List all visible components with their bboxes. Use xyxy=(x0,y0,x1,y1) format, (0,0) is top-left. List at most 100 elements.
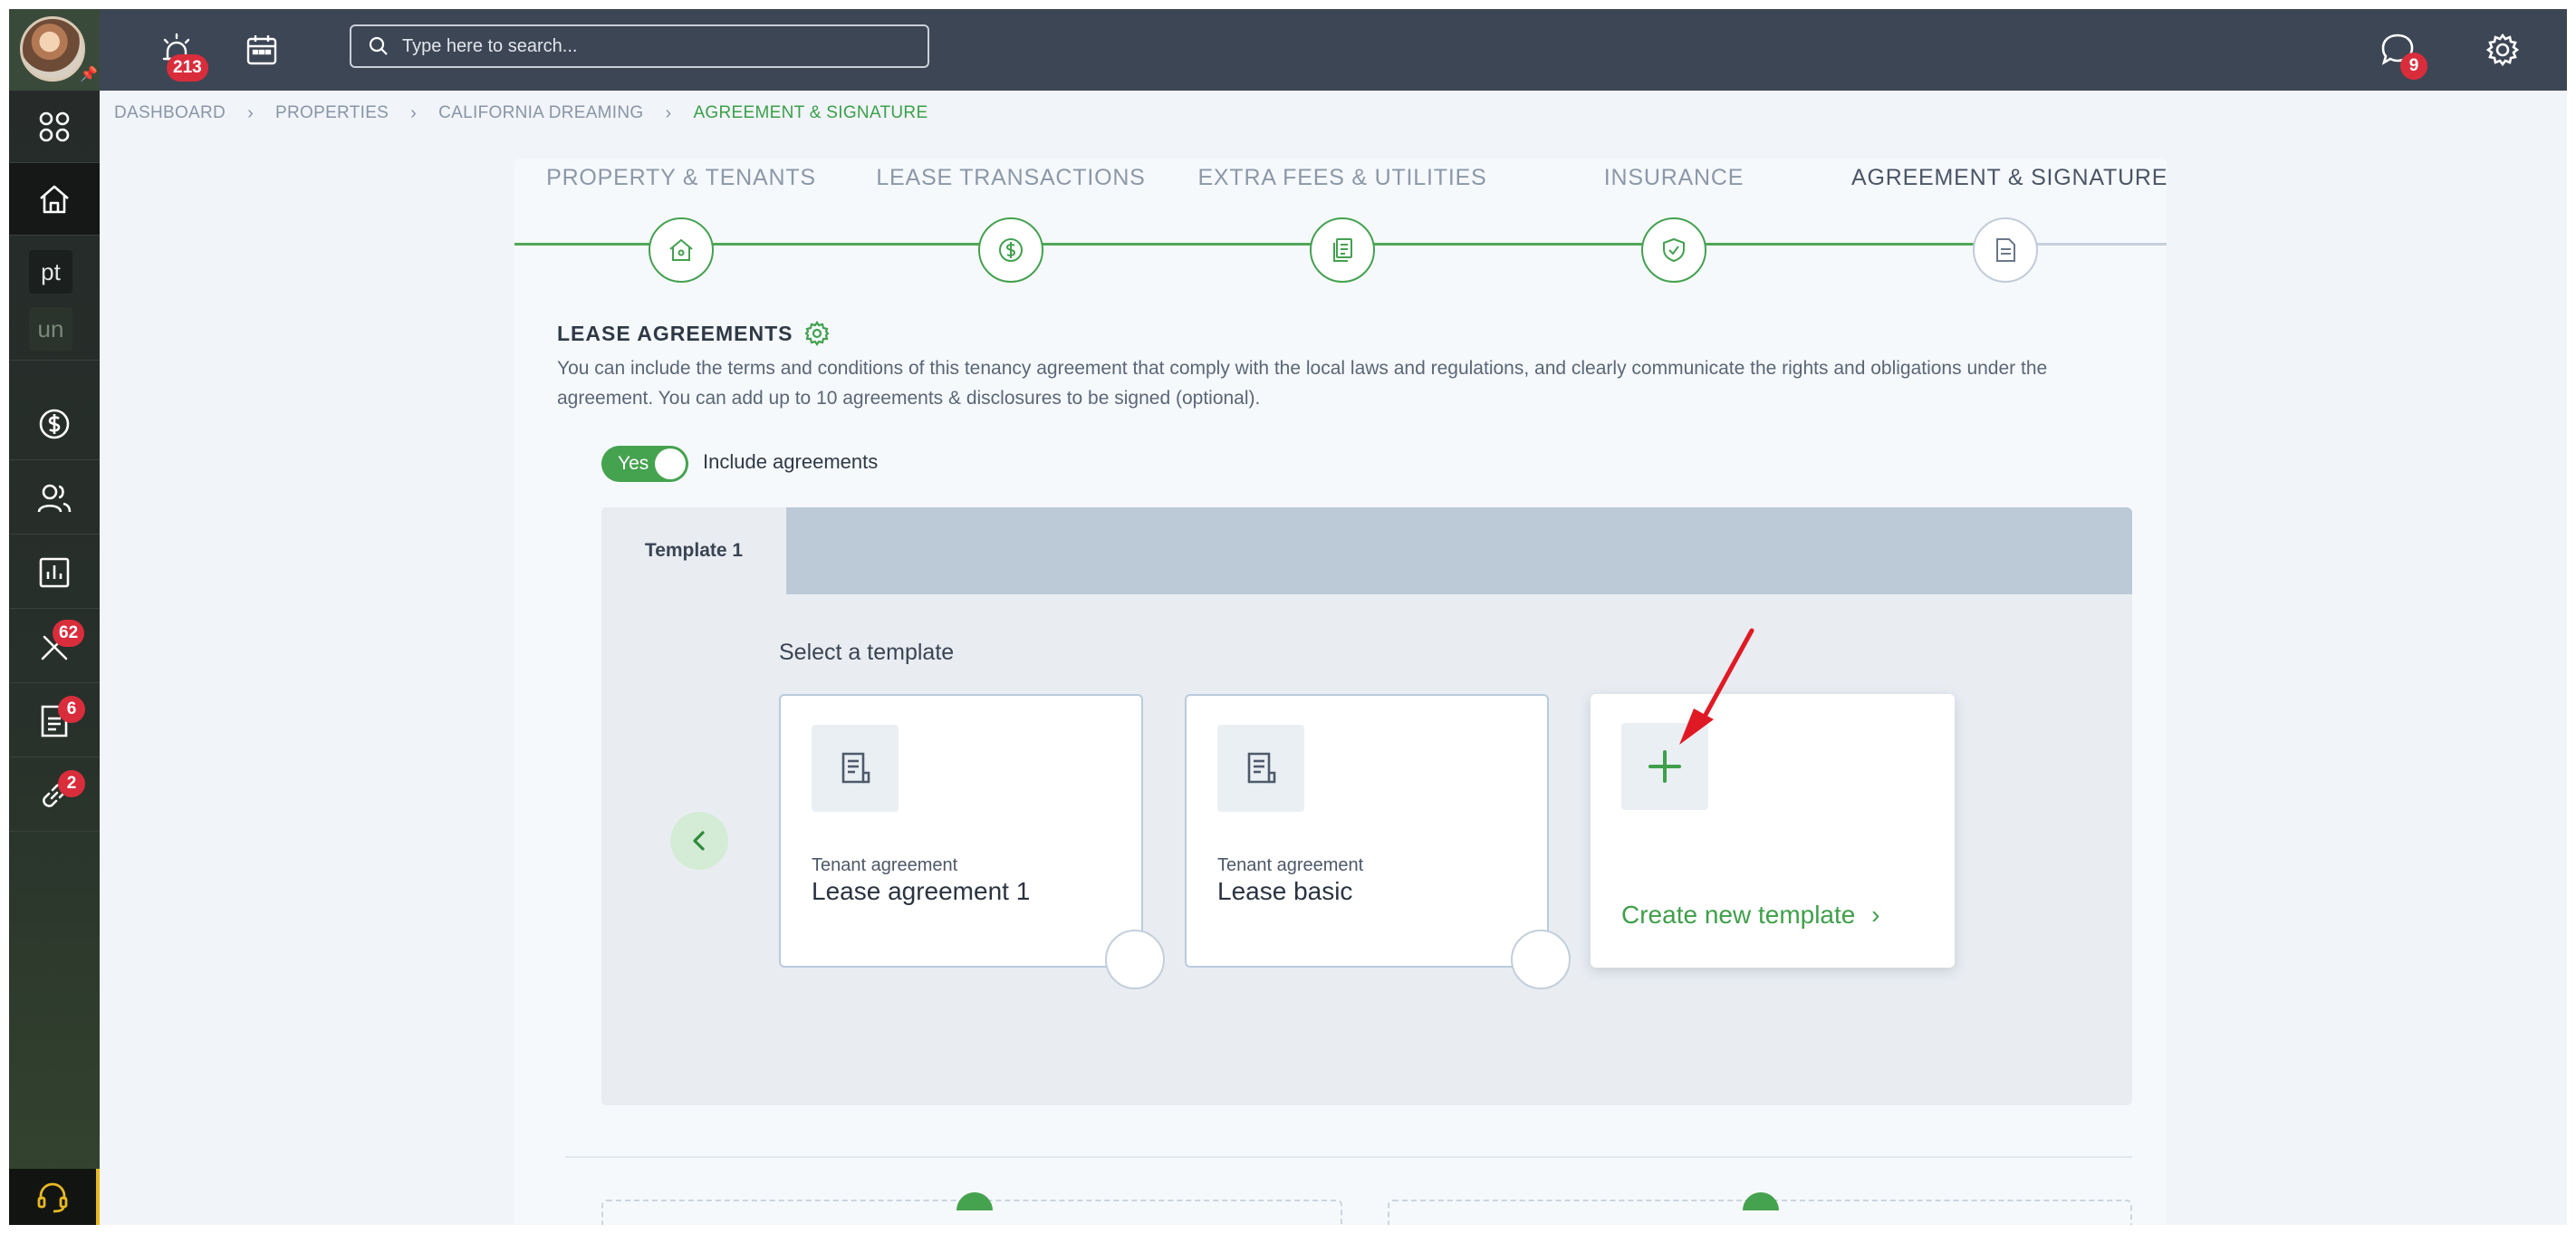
avatar-area[interactable]: 📌 xyxy=(9,9,100,91)
bills-icon xyxy=(1333,238,1352,262)
gear-icon xyxy=(2485,33,2520,67)
chevron-left-icon xyxy=(693,831,705,851)
maintenance-badge: 62 xyxy=(53,620,85,647)
step-label: INSURANCE xyxy=(1603,165,1745,190)
search-input[interactable]: Type here to search... xyxy=(402,36,577,57)
create-template-label: Create new template xyxy=(1621,901,1856,929)
breadcrumb: DASHBOARD › PROPERTIES › CALIFORNIA DREA… xyxy=(114,100,928,127)
lease-agreements-title: LEASE AGREEMENTS xyxy=(557,321,830,346)
chevron-right-icon: › xyxy=(1871,901,1880,929)
previous-button[interactable] xyxy=(670,812,728,870)
include-agreements-label: Include agreements xyxy=(703,450,879,473)
step-circle[interactable] xyxy=(1310,217,1375,283)
chart-icon xyxy=(39,557,70,587)
home-icon xyxy=(40,185,69,213)
sidebar: pt un 62 6 2 xyxy=(9,91,100,1225)
plus-icon xyxy=(1648,750,1681,783)
sidebar-item-un[interactable]: un xyxy=(9,297,100,361)
create-new-template-card[interactable]: Create new template › xyxy=(1591,694,1955,968)
chevron-right-icon: › xyxy=(410,102,418,123)
step-label: PROPERTY & TENANTS xyxy=(546,165,816,190)
include-agreements-toggle[interactable]: Yes xyxy=(601,446,688,482)
step-label: LEASE TRANSACTIONS xyxy=(876,165,1146,190)
settings-button[interactable] xyxy=(2482,29,2523,71)
template-name: Lease basic xyxy=(1217,877,1353,905)
top-bar: 📌 213 Type here to search... 9 xyxy=(9,9,2567,91)
step-extra-fees[interactable]: EXTRA FEES & UTILITIES xyxy=(1188,165,1496,283)
shield-icon xyxy=(1663,237,1685,263)
sidebar-pt-label: pt xyxy=(29,250,72,294)
template-select-radio[interactable] xyxy=(1511,930,1571,989)
sidebar-item-pt[interactable]: pt xyxy=(9,240,100,304)
template-card-lease-agreement-1[interactable]: Tenant agreement Lease agreement 1 xyxy=(779,694,1165,989)
support-button[interactable] xyxy=(9,1169,100,1225)
messages-badge: 9 xyxy=(2400,53,2427,80)
placeholder-box-left xyxy=(601,1192,1342,1225)
document-icon xyxy=(1996,238,2015,262)
chevron-right-icon: › xyxy=(247,102,255,123)
annotation-arrow-icon xyxy=(1679,628,1754,745)
sidebar-item-dashboard[interactable] xyxy=(9,91,100,163)
template-icon-box xyxy=(812,725,899,812)
template-card-lease-basic[interactable]: Tenant agreement Lease basic xyxy=(1185,694,1571,989)
app-window: 📌 213 Type here to search... 9 pt un 62 … xyxy=(9,9,2567,1225)
document-icon xyxy=(1247,752,1276,784)
step-label: EXTRA FEES & UTILITIES xyxy=(1197,165,1487,190)
calendar-icon xyxy=(246,35,277,65)
breadcrumb-property[interactable]: CALIFORNIA DREAMING xyxy=(438,103,643,123)
breadcrumb-properties[interactable]: PROPERTIES xyxy=(275,103,389,123)
sidebar-item-properties[interactable] xyxy=(9,163,100,236)
step-circle[interactable] xyxy=(1641,217,1706,283)
users-icon xyxy=(37,484,72,512)
sidebar-item-documents[interactable]: 6 xyxy=(9,685,100,757)
templates-panel: Template 1 Select a template Tenant agre… xyxy=(601,507,2132,1105)
sidebar-item-maintenance[interactable]: 62 xyxy=(9,611,100,683)
notifications-badge: 213 xyxy=(167,54,208,82)
sidebar-item-people[interactable] xyxy=(9,462,100,535)
links-badge: 2 xyxy=(58,770,85,797)
template-icon-box xyxy=(1217,725,1304,812)
gear-icon[interactable] xyxy=(803,321,830,346)
dollar-icon xyxy=(999,238,1023,262)
template-type: Tenant agreement xyxy=(1217,855,1364,875)
tab-template-1[interactable]: Template 1 xyxy=(601,507,786,594)
stepper-line-remaining xyxy=(2020,243,2167,246)
step-circle[interactable] xyxy=(1973,217,2038,283)
lease-description: You can include the terms and conditions… xyxy=(557,358,2048,409)
search-box[interactable]: Type here to search... xyxy=(350,24,929,68)
headset-icon xyxy=(37,1182,68,1213)
step-label: AGREEMENT & SIGNATURE xyxy=(1851,165,2168,190)
step-agreement-signature[interactable]: AGREEMENT & SIGNATURE xyxy=(1851,165,2168,283)
step-insurance[interactable]: INSURANCE xyxy=(1520,165,1828,283)
sidebar-item-links[interactable]: 2 xyxy=(9,759,100,832)
step-circle[interactable] xyxy=(649,217,714,283)
sidebar-item-payments[interactable] xyxy=(9,388,100,460)
placeholder-box-right xyxy=(1388,1192,2132,1225)
calendar-button[interactable] xyxy=(241,29,283,71)
template-name: Lease agreement 1 xyxy=(812,877,1031,905)
breadcrumb-dashboard[interactable]: DASHBOARD xyxy=(114,103,226,123)
template-type: Tenant agreement xyxy=(812,855,958,875)
section-title-text: LEASE AGREEMENTS xyxy=(557,321,793,345)
section-divider xyxy=(565,1156,2132,1158)
toggle-knob xyxy=(655,448,686,479)
sidebar-item-reports[interactable] xyxy=(9,536,100,609)
grid-icon xyxy=(39,111,70,141)
dollar-circle-icon xyxy=(39,409,70,439)
chevron-right-icon: › xyxy=(665,102,672,123)
search-icon xyxy=(369,36,388,55)
pin-icon: 📌 xyxy=(80,67,98,82)
sidebar-un-label: un xyxy=(29,307,72,351)
toggle-label: Yes xyxy=(618,453,649,474)
avatar[interactable] xyxy=(20,16,85,82)
alarm-button[interactable]: 213 xyxy=(156,29,208,82)
messages-button[interactable]: 9 xyxy=(2377,29,2427,80)
template-select-radio[interactable] xyxy=(1105,930,1165,989)
documents-badge: 6 xyxy=(58,696,85,723)
step-circle[interactable] xyxy=(978,217,1043,283)
create-new-template-link[interactable]: Create new template › xyxy=(1621,901,1879,930)
step-property-tenants[interactable]: PROPERTY & TENANTS xyxy=(527,165,835,283)
home-icon xyxy=(669,238,693,261)
step-lease-transactions[interactable]: LEASE TRANSACTIONS xyxy=(857,165,1165,283)
select-template-title: Select a template xyxy=(779,640,955,665)
